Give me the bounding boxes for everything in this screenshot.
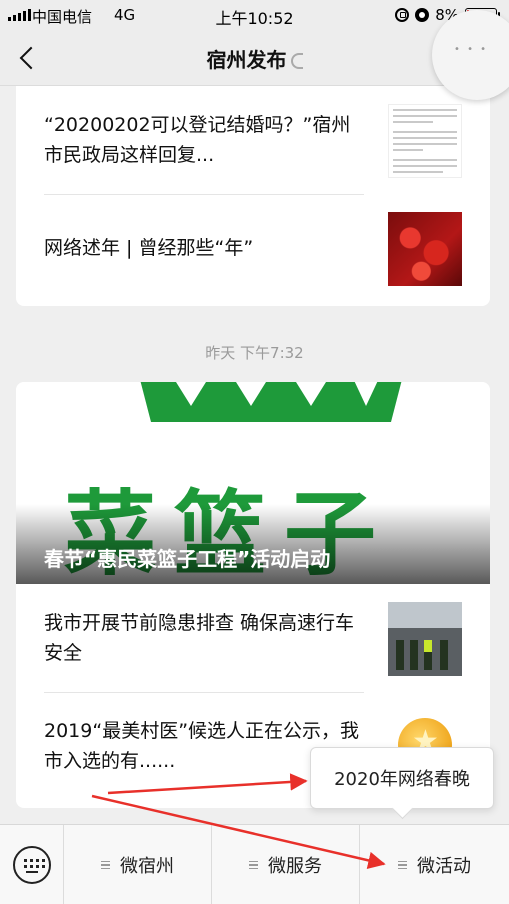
keyboard-icon	[13, 846, 51, 884]
article-thumbnail	[388, 104, 462, 178]
cover-article[interactable]: 菜篮子 春节“惠民菜篮子工程”活动启动	[16, 382, 490, 584]
menu-item-weisuzhou[interactable]: 微宿州	[64, 825, 212, 904]
article-title: 网络述年 | 曾经那些“年”	[44, 237, 254, 259]
message-timestamp: 昨天 下午7:32	[205, 344, 304, 362]
alarm-icon	[415, 8, 430, 22]
keyboard-toggle-button[interactable]	[0, 825, 64, 904]
basket-crown-graphic	[140, 382, 402, 422]
menu-item-label: 微活动	[417, 856, 471, 877]
menu-item-label: 微宿州	[120, 856, 174, 877]
ear-icon	[290, 53, 303, 69]
article-title: “20200202可以登记结婚吗？”宿州市民政局这样回复...	[44, 114, 351, 166]
menu-list-icon	[101, 859, 110, 872]
submenu-item-network-gala[interactable]: 2020年网络春晚	[310, 747, 494, 809]
cover-title: 春节“惠民菜篮子工程”活动启动	[44, 547, 331, 571]
article-thumbnail	[388, 602, 462, 676]
article-title: 我市开展节前隐患排查 确保高速行车安全	[44, 612, 355, 664]
page-title-text: 宿州发布	[206, 48, 287, 72]
article-card: 菜篮子 春节“惠民菜篮子工程”活动启动 我市开展节前隐患排查 确保高速行车安全 …	[16, 382, 490, 808]
menu-list-icon	[249, 859, 258, 872]
menu-item-label: 微服务	[268, 856, 322, 877]
message-feed[interactable]: “20200202可以登记结婚吗？”宿州市民政局这样回复... 网络述年 | 曾…	[0, 86, 509, 824]
article-item[interactable]: 我市开展节前隐患排查 确保高速行车安全	[16, 584, 490, 692]
article-thumbnail	[388, 212, 462, 286]
status-bar: 中国电信 4G 上午10:52 8%	[0, 0, 509, 30]
article-item[interactable]: “20200202可以登记结婚吗？”宿州市民政局这样回复...	[16, 86, 490, 194]
menu-item-weihuodong[interactable]: 微活动	[360, 825, 509, 904]
bottom-menu: 微宿州 微服务 微活动	[0, 824, 509, 904]
article-item[interactable]: 网络述年 | 曾经那些“年”	[16, 194, 490, 302]
article-card: “20200202可以登记结婚吗？”宿州市民政局这样回复... 网络述年 | 曾…	[16, 86, 490, 306]
more-dots-icon: • • •	[454, 44, 489, 55]
rotation-lock-icon	[395, 8, 410, 22]
menu-list-icon	[398, 859, 407, 872]
submenu-item-label: 2020年网络春晚	[334, 769, 470, 790]
menu-item-weifuwu[interactable]: 微服务	[212, 825, 360, 904]
